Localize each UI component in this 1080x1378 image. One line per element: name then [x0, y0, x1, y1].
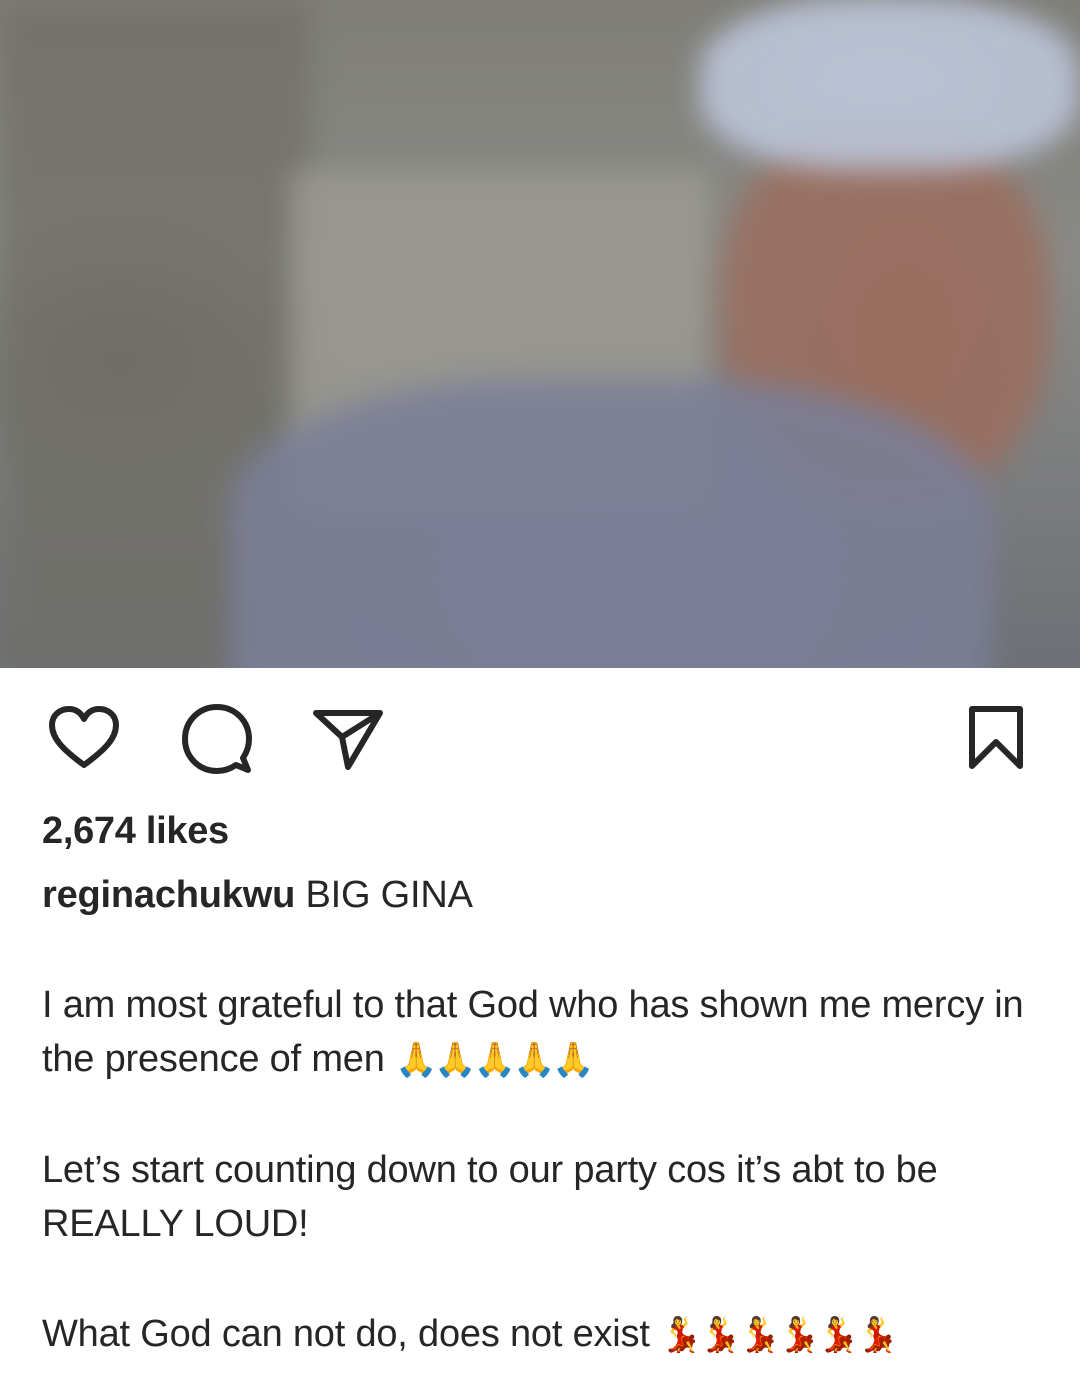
save-button[interactable]	[958, 700, 1034, 776]
bookmark-icon	[969, 706, 1023, 769]
comment-button[interactable]	[178, 700, 254, 776]
post-media-image[interactable]	[0, 0, 1080, 668]
likes-count[interactable]: 2,674 likes	[42, 810, 229, 853]
dancer-emoji: 💃💃💃💃💃💃	[660, 1315, 899, 1355]
caption-username[interactable]: reginachukwu	[42, 874, 295, 916]
share-button[interactable]	[310, 700, 386, 776]
praying-hands-emoji: 🙏🙏🙏🙏🙏	[395, 1040, 595, 1080]
caption-paragraph-2: Let’s start counting down to our party c…	[42, 1149, 938, 1245]
paper-plane-icon	[313, 710, 383, 770]
post-actions-bar	[0, 700, 1080, 780]
caption-title: BIG GINA	[305, 874, 473, 916]
like-button[interactable]	[46, 700, 122, 776]
caption-paragraph-3: What God can not do, does not exist	[42, 1313, 650, 1355]
comment-bubble-icon	[182, 704, 252, 774]
heart-icon	[49, 706, 119, 768]
post-caption: reginachukwu BIG GINA I am most grateful…	[42, 868, 1042, 1362]
media-person-gown	[230, 380, 990, 668]
media-person-cap	[700, 0, 1080, 170]
